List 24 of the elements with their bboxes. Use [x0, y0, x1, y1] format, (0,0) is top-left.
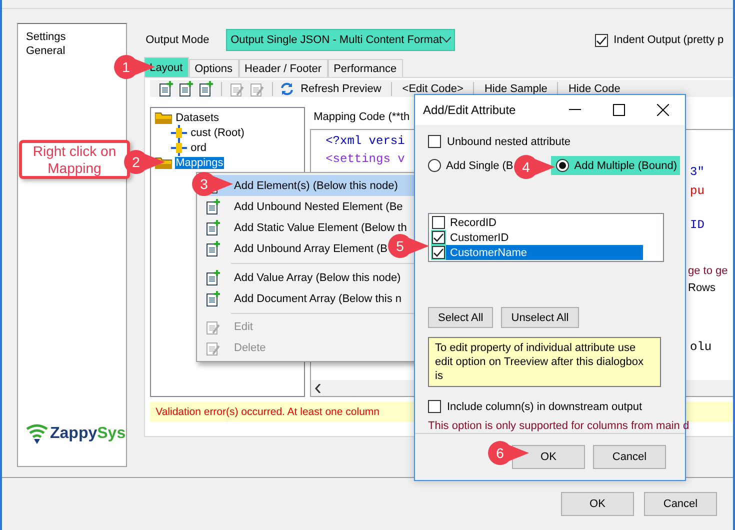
step-badge: 4 — [514, 155, 556, 179]
code-line: <settings v — [326, 151, 405, 168]
include-label: Include column(s) in downstream output — [447, 400, 642, 412]
code-fragment: Rows — [688, 282, 716, 294]
step-badge: 5 — [388, 234, 430, 258]
unbound-label: Unbound nested attribute — [447, 136, 571, 148]
info-note: To edit property of individual attribute use edit option on Treeview after this dialogbox is — [428, 337, 661, 387]
step-badge: 2 — [124, 150, 166, 174]
step-badge: 6 — [488, 441, 530, 465]
dialog-title: Add/Edit Attribute — [423, 103, 516, 117]
logo: ZappySys — [26, 424, 126, 444]
code-fragment: ID — [690, 218, 704, 232]
radio-label: Add Single (B — [446, 160, 514, 172]
indent-label: Indent Output (pretty p — [614, 34, 724, 46]
code-fragment: 3" — [690, 165, 704, 179]
mapping-code-label: Mapping Code (**th — [314, 111, 410, 123]
step-badge: 3 — [192, 172, 234, 196]
code-fragment: olu — [690, 340, 712, 354]
code-fragment: ge to ge — [688, 265, 728, 277]
output-mode-label: Output Mode — [144, 34, 210, 46]
radio-label: Add Multiple (Bound) — [574, 160, 677, 172]
code-fragment: pu — [690, 184, 704, 198]
code-line: <?xml versi — [326, 133, 405, 150]
annotation-note: Right click on Mapping — [19, 140, 130, 179]
